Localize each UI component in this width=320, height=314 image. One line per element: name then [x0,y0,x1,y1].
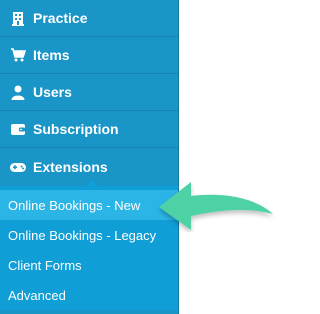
submenu-label: Online Bookings - New [8,197,141,213]
submenu-label: Client Forms [8,257,82,273]
nav-item-items[interactable]: Items [0,37,178,74]
nav-item-subscription[interactable]: Subscription [0,111,178,148]
nav-label-subscription: Subscription [33,121,119,137]
sidebar: Practice Items Users Subscription Extens… [0,0,179,314]
nav-item-practice[interactable]: Practice [0,0,178,37]
cart-icon [9,46,27,64]
submenu-label: Online Bookings - Legacy [8,227,157,243]
nav-label-practice: Practice [33,10,88,26]
submenu-item-online-bookings-legacy[interactable]: Online Bookings - Legacy [0,220,178,250]
wallet-icon [9,120,27,138]
nav-item-extensions[interactable]: Extensions [0,148,178,187]
submenu-item-online-bookings-new[interactable]: Online Bookings - New [0,190,178,220]
nav-label-extensions: Extensions [33,159,108,175]
submenu-caret [85,180,99,187]
nav-label-users: Users [33,84,72,100]
gamepad-icon [9,158,27,176]
user-icon [9,83,27,101]
submenu-label: Advanced [8,287,66,303]
building-icon [9,9,27,27]
nav-item-users[interactable]: Users [0,74,178,111]
submenu-item-advanced[interactable]: Advanced [0,280,178,310]
extensions-submenu: Online Bookings - New Online Bookings - … [0,186,178,310]
submenu-item-client-forms[interactable]: Client Forms [0,250,178,280]
nav-label-items: Items [33,47,70,63]
pointer-arrow-icon [159,182,273,230]
